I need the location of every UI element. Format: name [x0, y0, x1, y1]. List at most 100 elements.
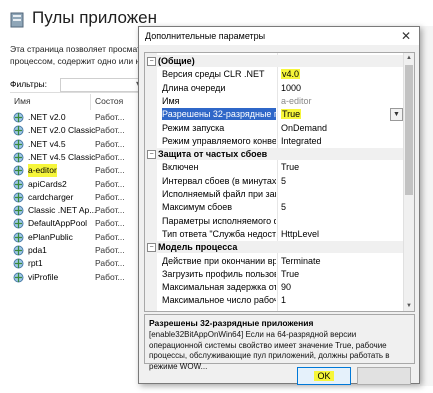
app-pool-icon [13, 258, 24, 269]
app-pool-status: Работ... [95, 112, 125, 122]
app-pool-row[interactable]: a-editor Работ... [13, 164, 138, 178]
app-pool-row[interactable]: rpt1 Работ... [13, 257, 138, 270]
scroll-thumb[interactable] [405, 65, 413, 195]
collapse-icon[interactable]: − [147, 57, 156, 66]
app-pool-name: .NET v4.5 Classic [28, 151, 96, 162]
property-name: Действие при окончании врем [162, 255, 276, 266]
property-name: Максимум сбоев [162, 202, 232, 213]
filter-input[interactable]: ▾ [60, 78, 142, 92]
property-row[interactable]: Имя a-editor [145, 95, 403, 107]
property-row[interactable]: Режим запуска OnDemand [145, 122, 403, 134]
app-pool-row[interactable]: apiCards2 Работ... [13, 178, 138, 191]
property-row[interactable]: Максимум сбоев 5 [145, 201, 403, 213]
property-value[interactable]: True [281, 161, 299, 173]
app-pool-name: viProfile [28, 271, 59, 282]
property-value[interactable]: v4.0 [281, 68, 301, 80]
property-name: Тип ответа "Служба недоступн [162, 228, 276, 239]
property-row[interactable]: Максимальная задержка откл 90 [145, 281, 403, 293]
scroll-down-icon[interactable]: ▼ [404, 301, 414, 311]
cancel-button[interactable] [357, 367, 411, 385]
column-separator [90, 94, 91, 110]
app-pool-status: Работ... [95, 218, 125, 229]
property-name: Режим управляемого конвейе [162, 135, 276, 146]
dialog-title: Дополнительные параметры [145, 31, 266, 41]
category-name: (Общие) [158, 56, 195, 66]
property-row[interactable]: Исполняемый файл при завер [145, 188, 403, 200]
property-row[interactable]: Параметры исполняемого фай [145, 215, 403, 227]
app-pool-row[interactable]: cardcharger Работ... [13, 191, 138, 204]
app-pool-name: rpt1 [28, 258, 43, 269]
app-pool-status: Работ... [95, 258, 125, 269]
property-row[interactable]: Загрузить профиль пользоват True [145, 268, 403, 280]
property-category[interactable]: − Защита от частых сбоев [145, 148, 403, 161]
property-row[interactable]: Разрешены 32-разрядные при True ▼ [145, 108, 403, 122]
app-pool-icon [13, 165, 24, 176]
property-category[interactable]: − (Общие) [145, 55, 403, 67]
app-pool-icon [13, 192, 24, 203]
app-pool-icon [13, 125, 24, 136]
property-value[interactable]: HttpLevel [281, 228, 319, 240]
window-scrollbar[interactable] [420, 26, 433, 386]
app-pool-row[interactable]: viProfile Работ... [13, 271, 138, 284]
app-pool-row[interactable]: Classic .NET Ap... Работ... [13, 204, 138, 217]
property-row[interactable]: Интервал сбоев (в минутах) 5 [145, 175, 403, 187]
property-value[interactable]: Terminate [281, 255, 321, 267]
page-description: Эта страница позволяет просматр процессо… [10, 44, 145, 66]
property-row[interactable]: Тип ответа "Служба недоступн HttpLevel [145, 228, 403, 240]
filter-label: Фильтры: [10, 79, 48, 89]
property-value[interactable]: 5 [281, 175, 286, 187]
app-pool-name: ePlanPublic [28, 231, 73, 242]
property-value[interactable]: OnDemand [281, 122, 327, 134]
page-title: Пулы приложен [32, 8, 157, 27]
property-value[interactable]: True [281, 108, 302, 120]
property-row[interactable]: Версия среды CLR .NET v4.0 [145, 68, 403, 80]
app-pool-name: DefaultAppPool [28, 218, 88, 229]
app-pool-status: Работ... [95, 245, 125, 255]
chevron-down-icon[interactable]: ▼ [390, 108, 403, 122]
property-name: Параметры исполняемого фай [162, 215, 276, 226]
app-pool-status: Работ... [95, 151, 125, 162]
property-name: Включен [162, 162, 199, 173]
property-value[interactable]: 5 [281, 201, 286, 213]
app-pool-icon [13, 218, 24, 229]
column-header-name[interactable]: Имя [14, 96, 31, 110]
property-name: Интервал сбоев (в минутах) [162, 175, 276, 186]
property-value[interactable]: 1000 [281, 82, 301, 94]
property-value[interactable]: Integrated [281, 135, 322, 147]
app-pool-status: Работ... [95, 191, 125, 202]
property-row[interactable]: Режим управляемого конвейе Integrated [145, 135, 403, 147]
collapse-icon[interactable]: − [147, 243, 156, 253]
app-pool-row[interactable]: .NET v2.0 Classic Работ... [13, 124, 138, 137]
app-pool-status: Работ... [95, 125, 125, 136]
collapse-icon[interactable]: − [147, 150, 156, 160]
app-pool-row[interactable]: DefaultAppPool Работ... [13, 217, 138, 230]
property-value[interactable]: 90 [281, 281, 291, 293]
close-icon[interactable]: ✕ [397, 28, 415, 44]
app-pool-name: pda1 [28, 245, 47, 255]
app-pool-name: Classic .NET Ap... [28, 205, 97, 216]
app-pool-row[interactable]: ePlanPublic Работ... [13, 231, 138, 244]
ok-button[interactable]: OK [297, 367, 351, 385]
scroll-up-icon[interactable]: ▲ [404, 53, 414, 63]
property-row[interactable]: Максимальное число рабочих 1 [145, 294, 403, 306]
app-pool-row[interactable]: .NET v4.5 Classic Работ... [13, 151, 138, 164]
app-pool-row[interactable]: pda1 Работ... [13, 244, 138, 257]
grid-scrollbar[interactable]: ▲ ▼ [403, 53, 414, 311]
ok-label: OK [314, 371, 334, 381]
property-row[interactable]: Включен True [145, 161, 403, 173]
property-row[interactable]: Действие при окончании врем Terminate [145, 255, 403, 267]
property-row[interactable]: Длина очереди 1000 [145, 82, 403, 94]
property-name: Максимальное число рабочих [162, 295, 276, 306]
app-pool-name: apiCards2 [28, 178, 67, 189]
property-category[interactable]: − Модель процесса [145, 241, 403, 254]
app-pool-row[interactable]: .NET v4.5 Работ... [13, 138, 138, 151]
column-header-status[interactable]: Состоя [95, 96, 123, 110]
property-value[interactable]: True [281, 268, 299, 280]
property-name: Исполняемый файл при завер [162, 189, 276, 199]
property-value[interactable]: a-editor [281, 95, 312, 107]
property-value[interactable]: 1 [281, 294, 286, 306]
app-pool-name: .NET v2.0 Classic [28, 125, 96, 136]
property-name: Имя [162, 95, 180, 106]
app-pool-row[interactable]: .NET v2.0 Работ... [13, 111, 138, 124]
app-pool-name: cardcharger [28, 191, 74, 202]
